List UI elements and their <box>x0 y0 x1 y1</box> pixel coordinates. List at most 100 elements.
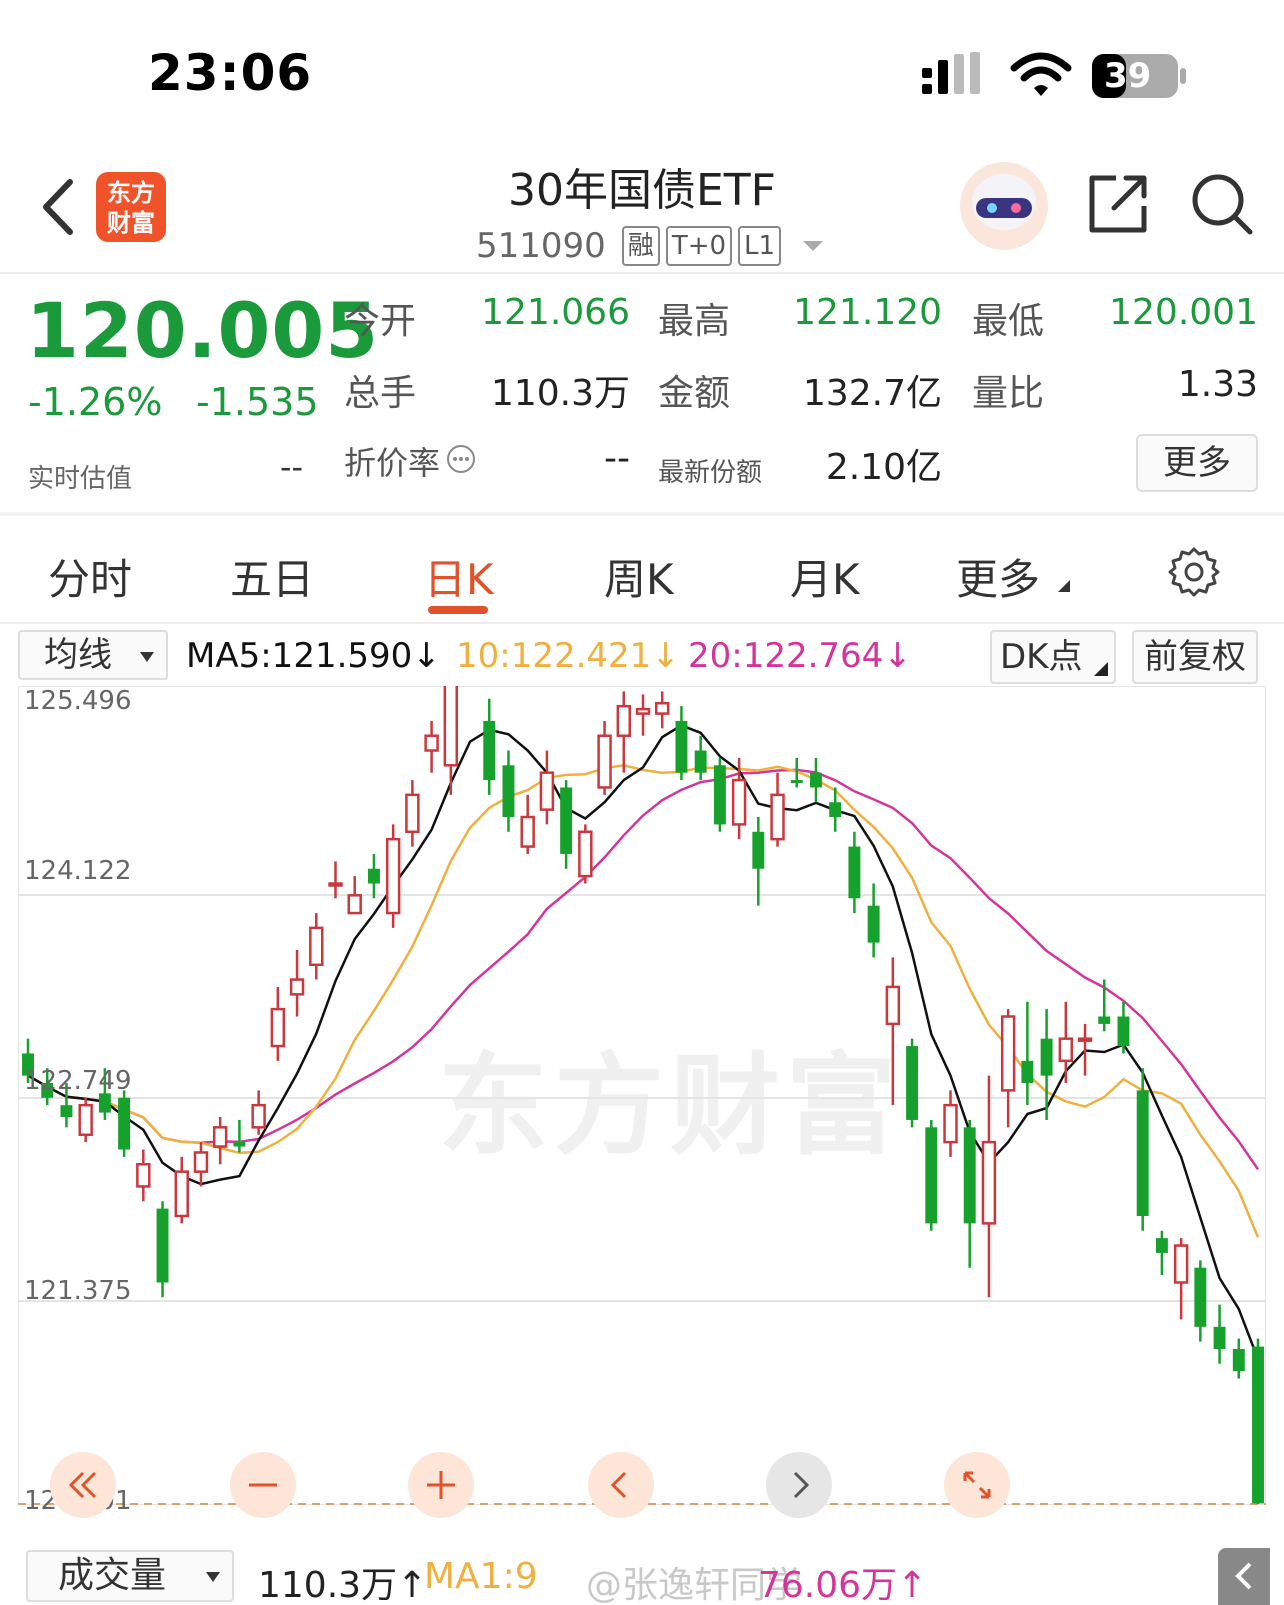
candle-body <box>424 734 439 752</box>
scroll-left-fast-button[interactable] <box>50 1452 116 1518</box>
volume-ma2: 76.06万↑ <box>758 1565 928 1605</box>
tab-daily-k[interactable]: 日K <box>424 546 494 607</box>
candle-body <box>713 765 726 825</box>
dk-point-button[interactable]: DK点 <box>990 630 1116 684</box>
double-chevron-left-icon <box>68 1471 97 1499</box>
status-time: 23:06 <box>148 44 313 102</box>
more-button[interactable]: 更多 <box>1136 434 1258 492</box>
estimate-value: -- <box>280 448 304 486</box>
candle-body <box>539 771 555 811</box>
quote-panel: 120.005 -1.26% -1.535 实时估值 -- 今开 121.066… <box>0 276 1284 516</box>
candle-body <box>251 1103 266 1129</box>
ma20-value: 20:122.764↓ <box>688 636 912 676</box>
zoom-out-button[interactable] <box>230 1452 296 1518</box>
collapse-panel-button[interactable] <box>1218 1548 1270 1605</box>
scroll-right-button[interactable] <box>766 1452 832 1518</box>
candle-body <box>1252 1346 1264 1504</box>
candle-body <box>1021 1060 1034 1084</box>
candle-body <box>1000 1015 1016 1092</box>
candle-body <box>78 1103 93 1136</box>
tab-monthly-k[interactable]: 月K <box>790 546 860 607</box>
candle-body <box>770 793 785 841</box>
y-tick-2: 124.122 <box>24 856 132 886</box>
plus-icon <box>427 1471 455 1499</box>
logo-line-1: 东方 <box>107 179 155 207</box>
candle-body <box>1117 1016 1130 1047</box>
search-icon[interactable] <box>1190 172 1254 236</box>
candle-body <box>233 1142 246 1147</box>
candle-body <box>502 765 515 818</box>
tab-five-day[interactable]: 五日 <box>230 546 314 607</box>
candle-body <box>943 1103 958 1144</box>
candle-body <box>1213 1326 1226 1349</box>
gear-icon[interactable] <box>1168 546 1220 598</box>
candle-body <box>1040 1038 1053 1076</box>
share-icon[interactable] <box>1086 172 1150 236</box>
y-tick-1: 125.496 <box>24 686 132 716</box>
ma20-line <box>27 768 1260 1171</box>
high-label: 最高 <box>658 301 731 342</box>
open-value: 121.066 <box>481 292 630 333</box>
candle-body <box>156 1208 169 1283</box>
amount-value: 132.7亿 <box>802 373 942 414</box>
battery-icon: 39 <box>1092 54 1188 98</box>
app-logo[interactable]: 东方 财富 <box>96 172 166 242</box>
chevron-right-icon <box>793 1471 810 1499</box>
adjust-button[interactable]: 前复权 <box>1132 630 1258 684</box>
ma10-line <box>27 764 1260 1238</box>
indicator-select[interactable]: 均线 <box>18 630 168 680</box>
low-value: 120.001 <box>1109 292 1258 333</box>
volume-ratio-value: 1.33 <box>1177 364 1258 405</box>
zoom-in-button[interactable] <box>408 1452 474 1518</box>
candle-body <box>1098 1016 1111 1024</box>
candle-body <box>309 926 324 967</box>
chart-frame <box>18 686 1266 1505</box>
candle-body <box>790 780 803 784</box>
tag-t0: T+0 <box>665 226 733 266</box>
candle-body <box>1136 1090 1149 1216</box>
tab-weekly-k[interactable]: 周K <box>604 546 674 607</box>
fullscreen-button[interactable] <box>944 1452 1010 1518</box>
candle-body <box>885 985 901 1026</box>
stock-code: 511090 <box>476 226 606 266</box>
last-price: 120.005 <box>26 286 380 375</box>
candle-body <box>731 778 747 826</box>
expand-icon <box>963 1471 991 1499</box>
ma10-value: 10:122.421↓ <box>456 636 680 676</box>
candle-body <box>829 802 842 818</box>
candle-body <box>520 815 535 848</box>
volume-ratio-label: 量比 <box>972 373 1045 414</box>
candle-body <box>385 837 401 915</box>
candle-body <box>483 720 496 781</box>
candle-body <box>347 894 362 915</box>
estimate-label: 实时估值 <box>28 464 133 494</box>
candle-body <box>963 1127 976 1224</box>
candle-body <box>289 978 305 996</box>
volume-ma1: MA1:9 <box>424 1556 538 1597</box>
candle-body <box>867 905 880 943</box>
corner-triangle-icon <box>1058 580 1070 592</box>
tag-margin: 融 <box>621 226 660 266</box>
ai-assistant-icon[interactable] <box>958 160 1050 252</box>
info-dots-icon[interactable] <box>446 444 476 474</box>
active-tab-indicator <box>428 606 488 614</box>
chevron-left-icon <box>610 1471 627 1499</box>
candle-body <box>98 1093 111 1113</box>
tab-more[interactable]: 更多 <box>956 546 1040 607</box>
back-icon[interactable] <box>36 176 80 238</box>
volume-label: 总手 <box>344 373 417 414</box>
chevron-down-icon[interactable] <box>801 238 825 254</box>
candle-body <box>1077 1037 1093 1042</box>
volume-indicator-select[interactable]: 成交量 <box>26 1550 234 1602</box>
tab-intraday[interactable]: 分时 <box>48 546 132 607</box>
open-label: 今开 <box>344 301 417 342</box>
candle-body <box>270 1007 286 1048</box>
stock-code-line[interactable]: 511090 融 T+0 L1 <box>476 224 825 268</box>
volume-value: 110.3万↑ <box>258 1565 428 1605</box>
candle-body <box>560 787 573 854</box>
candle-body <box>925 1127 938 1224</box>
minus-icon <box>249 1483 277 1487</box>
candlestick-chart[interactable]: 东方财富 125.496 124.122 122.749 121.375 120… <box>18 686 1266 1540</box>
scroll-left-button[interactable] <box>588 1452 654 1518</box>
candle-body <box>906 1046 919 1120</box>
